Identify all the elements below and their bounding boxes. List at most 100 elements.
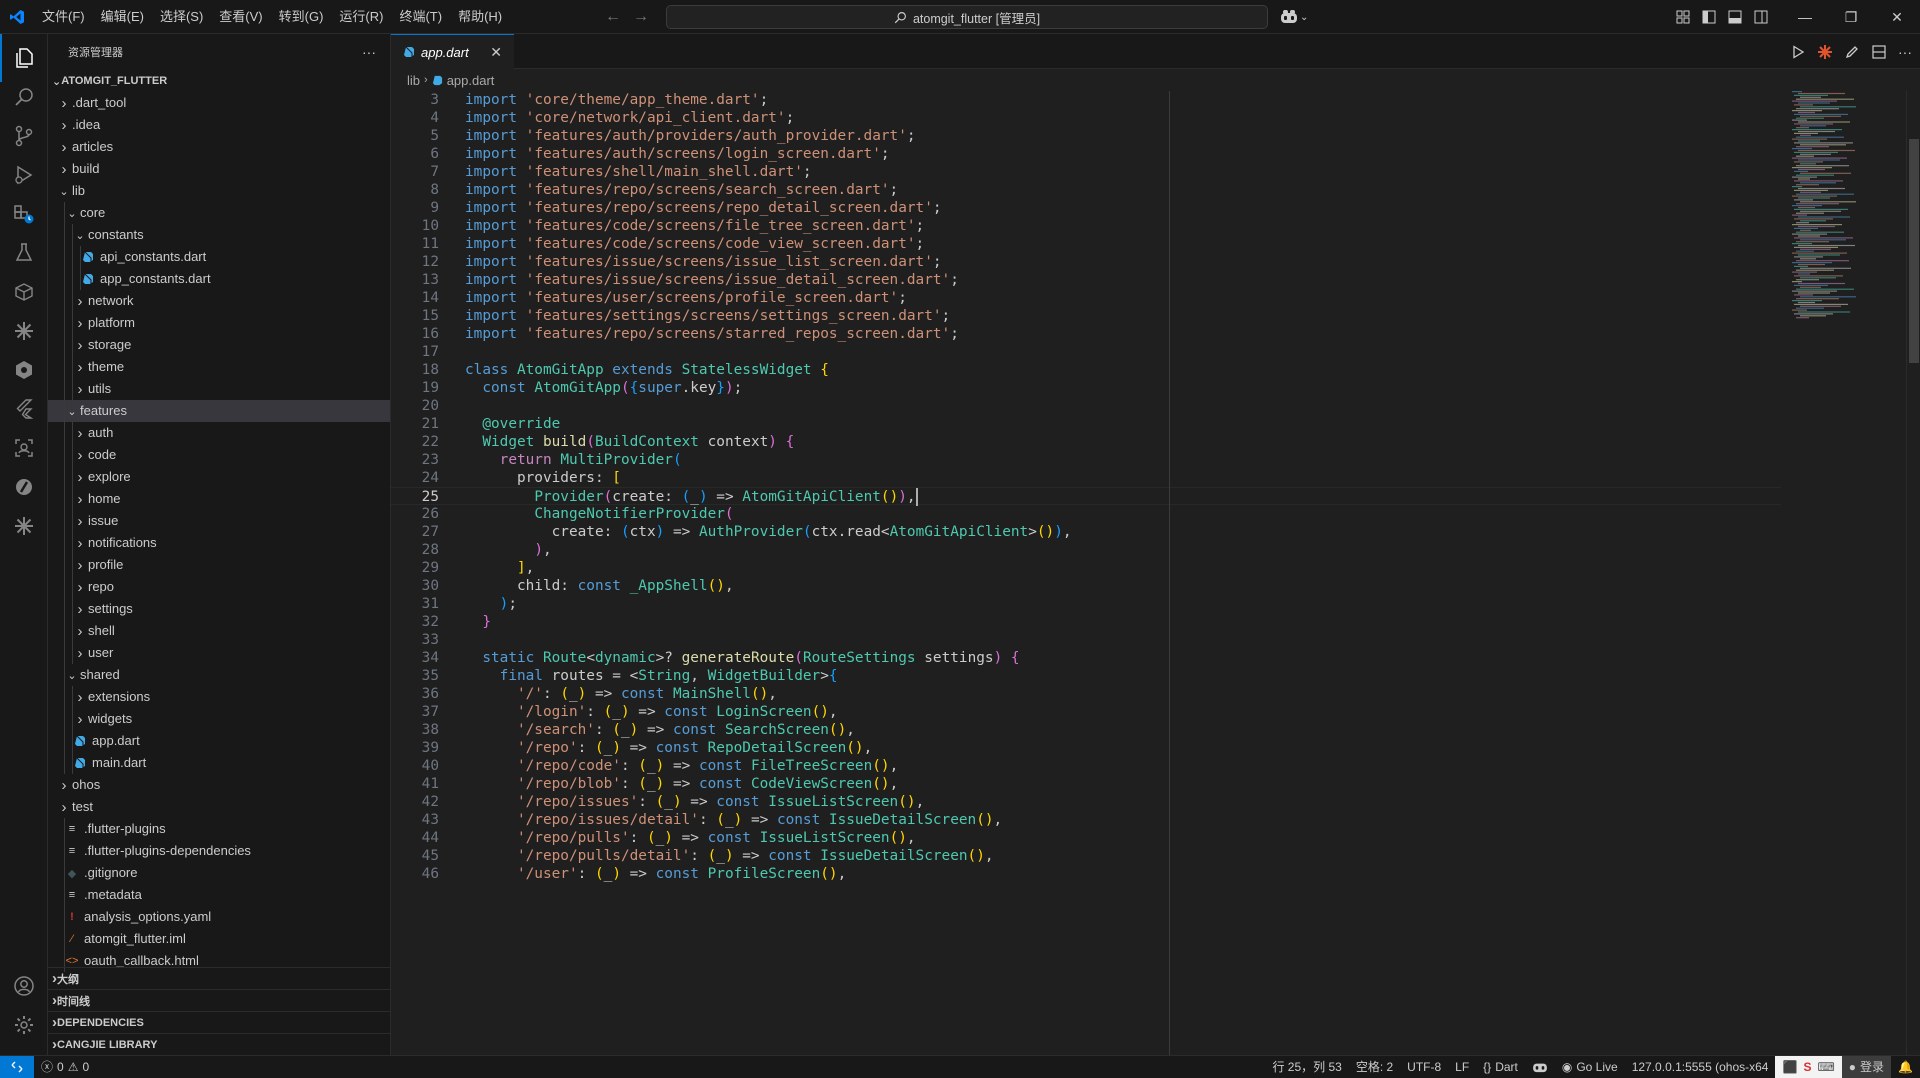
tree-folder[interactable]: › profile (48, 554, 390, 576)
tree-folder[interactable]: › storage (48, 334, 390, 356)
debug-icon[interactable] (1817, 44, 1833, 60)
tree-file[interactable]: api_constants.dart (48, 246, 390, 268)
scrollbar-thumb[interactable] (1909, 139, 1919, 363)
restore-icon[interactable]: ❐ (1828, 0, 1874, 34)
run-icon[interactable] (1790, 44, 1806, 60)
code-line[interactable]: 32 } (391, 613, 1781, 631)
sidebar-section-header[interactable]: › DEPENDENCIES (48, 1011, 390, 1033)
split-editor-icon[interactable] (1871, 44, 1887, 60)
menu-item[interactable]: 查看(V) (211, 0, 270, 34)
tree-folder[interactable]: ⌄ constants (48, 224, 390, 246)
code-line[interactable]: 37 '/login': (_) => const LoginScreen(), (391, 703, 1781, 721)
code-line[interactable]: 13 import 'features/issue/screens/issue_d… (391, 271, 1781, 289)
tree-folder[interactable]: › repo (48, 576, 390, 598)
tree-file[interactable]: main.dart (48, 752, 390, 774)
tray-s-icon[interactable]: S (1803, 1056, 1811, 1078)
code-line[interactable]: 44 '/repo/pulls': (_) => const IssueList… (391, 829, 1781, 847)
settings-gear-icon[interactable] (0, 1001, 48, 1049)
tree-folder[interactable]: › ohos (48, 774, 390, 796)
sidebar-section-header[interactable]: › 大纲 (48, 967, 390, 989)
indentation[interactable]: 空格: 2 (1349, 1056, 1400, 1078)
forward-arrow-icon[interactable]: → (633, 8, 649, 26)
tree-folder[interactable]: › user (48, 642, 390, 664)
end-of-line[interactable]: LF (1448, 1056, 1476, 1078)
code-line[interactable]: 33 (391, 631, 1781, 649)
sidebar-section-header[interactable]: › CANGJIE LIBRARY (48, 1033, 390, 1055)
tree-file[interactable]: ! analysis_options.yaml (48, 906, 390, 928)
edit-pen-icon[interactable] (1844, 44, 1860, 60)
code-line[interactable]: 3 import 'core/theme/app_theme.dart'; (391, 91, 1781, 109)
tree-folder[interactable]: › notifications (48, 532, 390, 554)
tree-folder[interactable]: › extensions (48, 686, 390, 708)
code-line[interactable]: 9 import 'features/repo/screens/repo_deta… (391, 199, 1781, 217)
copilot-status-icon[interactable] (1525, 1056, 1555, 1078)
toggle-secondary-sidebar-icon[interactable] (1754, 10, 1768, 24)
menu-item[interactable]: 运行(R) (331, 0, 391, 34)
copilot-menu[interactable]: ⌄ (1280, 0, 1308, 34)
code-line[interactable]: 38 '/search': (_) => const SearchScreen(… (391, 721, 1781, 739)
tree-file[interactable]: ◆ .gitignore (48, 862, 390, 884)
breadcrumb-file[interactable]: app.dart (447, 73, 495, 88)
code-line[interactable]: 42 '/repo/issues': (_) => const IssueLis… (391, 793, 1781, 811)
code-line[interactable]: 26 ChangeNotifierProvider( (391, 505, 1781, 523)
tree-folder[interactable]: › test (48, 796, 390, 818)
code-line[interactable]: 4 import 'core/network/api_client.dart'; (391, 109, 1781, 127)
go-live-button[interactable]: ◉ Go Live (1555, 1056, 1625, 1078)
tree-file[interactable]: app.dart (48, 730, 390, 752)
menu-item[interactable]: 转到(G) (271, 0, 332, 34)
menu-item[interactable]: 编辑(E) (93, 0, 152, 34)
language-mode[interactable]: {} Dart (1476, 1056, 1525, 1078)
sidebar-section-header[interactable]: › 时间线 (48, 989, 390, 1011)
remote-indicator-icon[interactable] (0, 1056, 34, 1078)
code-editor[interactable]: 3 import 'core/theme/app_theme.dart'; 4 imp… (391, 91, 1781, 1055)
tree-folder[interactable]: › build (48, 158, 390, 180)
tree-folder[interactable]: › .dart_tool (48, 92, 390, 114)
code-line[interactable]: 22 Widget build(BuildContext context) { (391, 433, 1781, 451)
code-line[interactable]: 5 import 'features/auth/providers/auth_pr… (391, 127, 1781, 145)
code-line[interactable]: 16 import 'features/repo/screens/starred_… (391, 325, 1781, 343)
tree-folder[interactable]: › explore (48, 466, 390, 488)
code-line[interactable]: 29 ], (391, 559, 1781, 577)
tree-folder[interactable]: ⌄ features (48, 400, 390, 422)
code-line[interactable]: 34 static Route<dynamic>? generateRoute(… (391, 649, 1781, 667)
notifications-bell-icon[interactable]: 🔔 (1891, 1056, 1920, 1078)
customize-layout-icon[interactable] (1676, 10, 1690, 24)
more-actions-icon[interactable]: ··· (1898, 44, 1912, 60)
menu-item[interactable]: 帮助(H) (450, 0, 510, 34)
tree-file[interactable]: ≡ .flutter-plugins (48, 818, 390, 840)
code-line[interactable]: 43 '/repo/issues/detail': (_) => const I… (391, 811, 1781, 829)
code-line[interactable]: 23 return MultiProvider( (391, 451, 1781, 469)
code-line[interactable]: 19 const AtomGitApp({super.key}); (391, 379, 1781, 397)
back-arrow-icon[interactable]: ← (605, 8, 621, 26)
code-line[interactable]: 28 ), (391, 541, 1781, 559)
close-window-icon[interactable]: ✕ (1874, 0, 1920, 34)
code-line[interactable]: 11 import 'features/code/screens/code_vie… (391, 235, 1781, 253)
project-folder-header[interactable]: ⌄ ATOMGIT_FLUTTER (48, 70, 390, 92)
code-line[interactable]: 10 import 'features/code/screens/file_tre… (391, 217, 1781, 235)
close-tab-icon[interactable]: ✕ (490, 44, 502, 61)
file-encoding[interactable]: UTF-8 (1400, 1056, 1448, 1078)
code-line[interactable]: 21 @override (391, 415, 1781, 433)
code-line[interactable]: 7 import 'features/shell/main_shell.dart'… (391, 163, 1781, 181)
tree-folder[interactable]: › home (48, 488, 390, 510)
tree-folder[interactable]: › .idea (48, 114, 390, 136)
code-line[interactable]: 20 (391, 397, 1781, 415)
tree-folder[interactable]: › shell (48, 620, 390, 642)
more-actions-icon[interactable]: ··· (362, 44, 376, 60)
code-line[interactable]: 14 import 'features/user/screens/profile_… (391, 289, 1781, 307)
vertical-scrollbar[interactable] (1906, 91, 1920, 1055)
problems-indicator[interactable]: ⓧ 0 ⚠ 0 (34, 1056, 96, 1078)
tree-folder[interactable]: › settings (48, 598, 390, 620)
code-line[interactable]: 35 final routes = <String, WidgetBuilder… (391, 667, 1781, 685)
command-center[interactable]: atomgit_flutter [管理员] (666, 5, 1268, 29)
tab-app-dart[interactable]: app.dart ✕ (391, 34, 514, 69)
breadcrumb-folder[interactable]: lib (407, 73, 420, 88)
tree-folder[interactable]: › code (48, 444, 390, 466)
tree-folder[interactable]: ⌄ core (48, 202, 390, 224)
tree-file[interactable]: app_constants.dart (48, 268, 390, 290)
code-line[interactable]: 12 import 'features/issue/screens/issue_l… (391, 253, 1781, 271)
code-line[interactable]: 40 '/repo/code': (_) => const FileTreeSc… (391, 757, 1781, 775)
tree-file[interactable]: ⁄ atomgit_flutter.iml (48, 928, 390, 950)
menu-item[interactable]: 文件(F) (34, 0, 93, 34)
menu-item[interactable]: 终端(T) (391, 0, 450, 34)
